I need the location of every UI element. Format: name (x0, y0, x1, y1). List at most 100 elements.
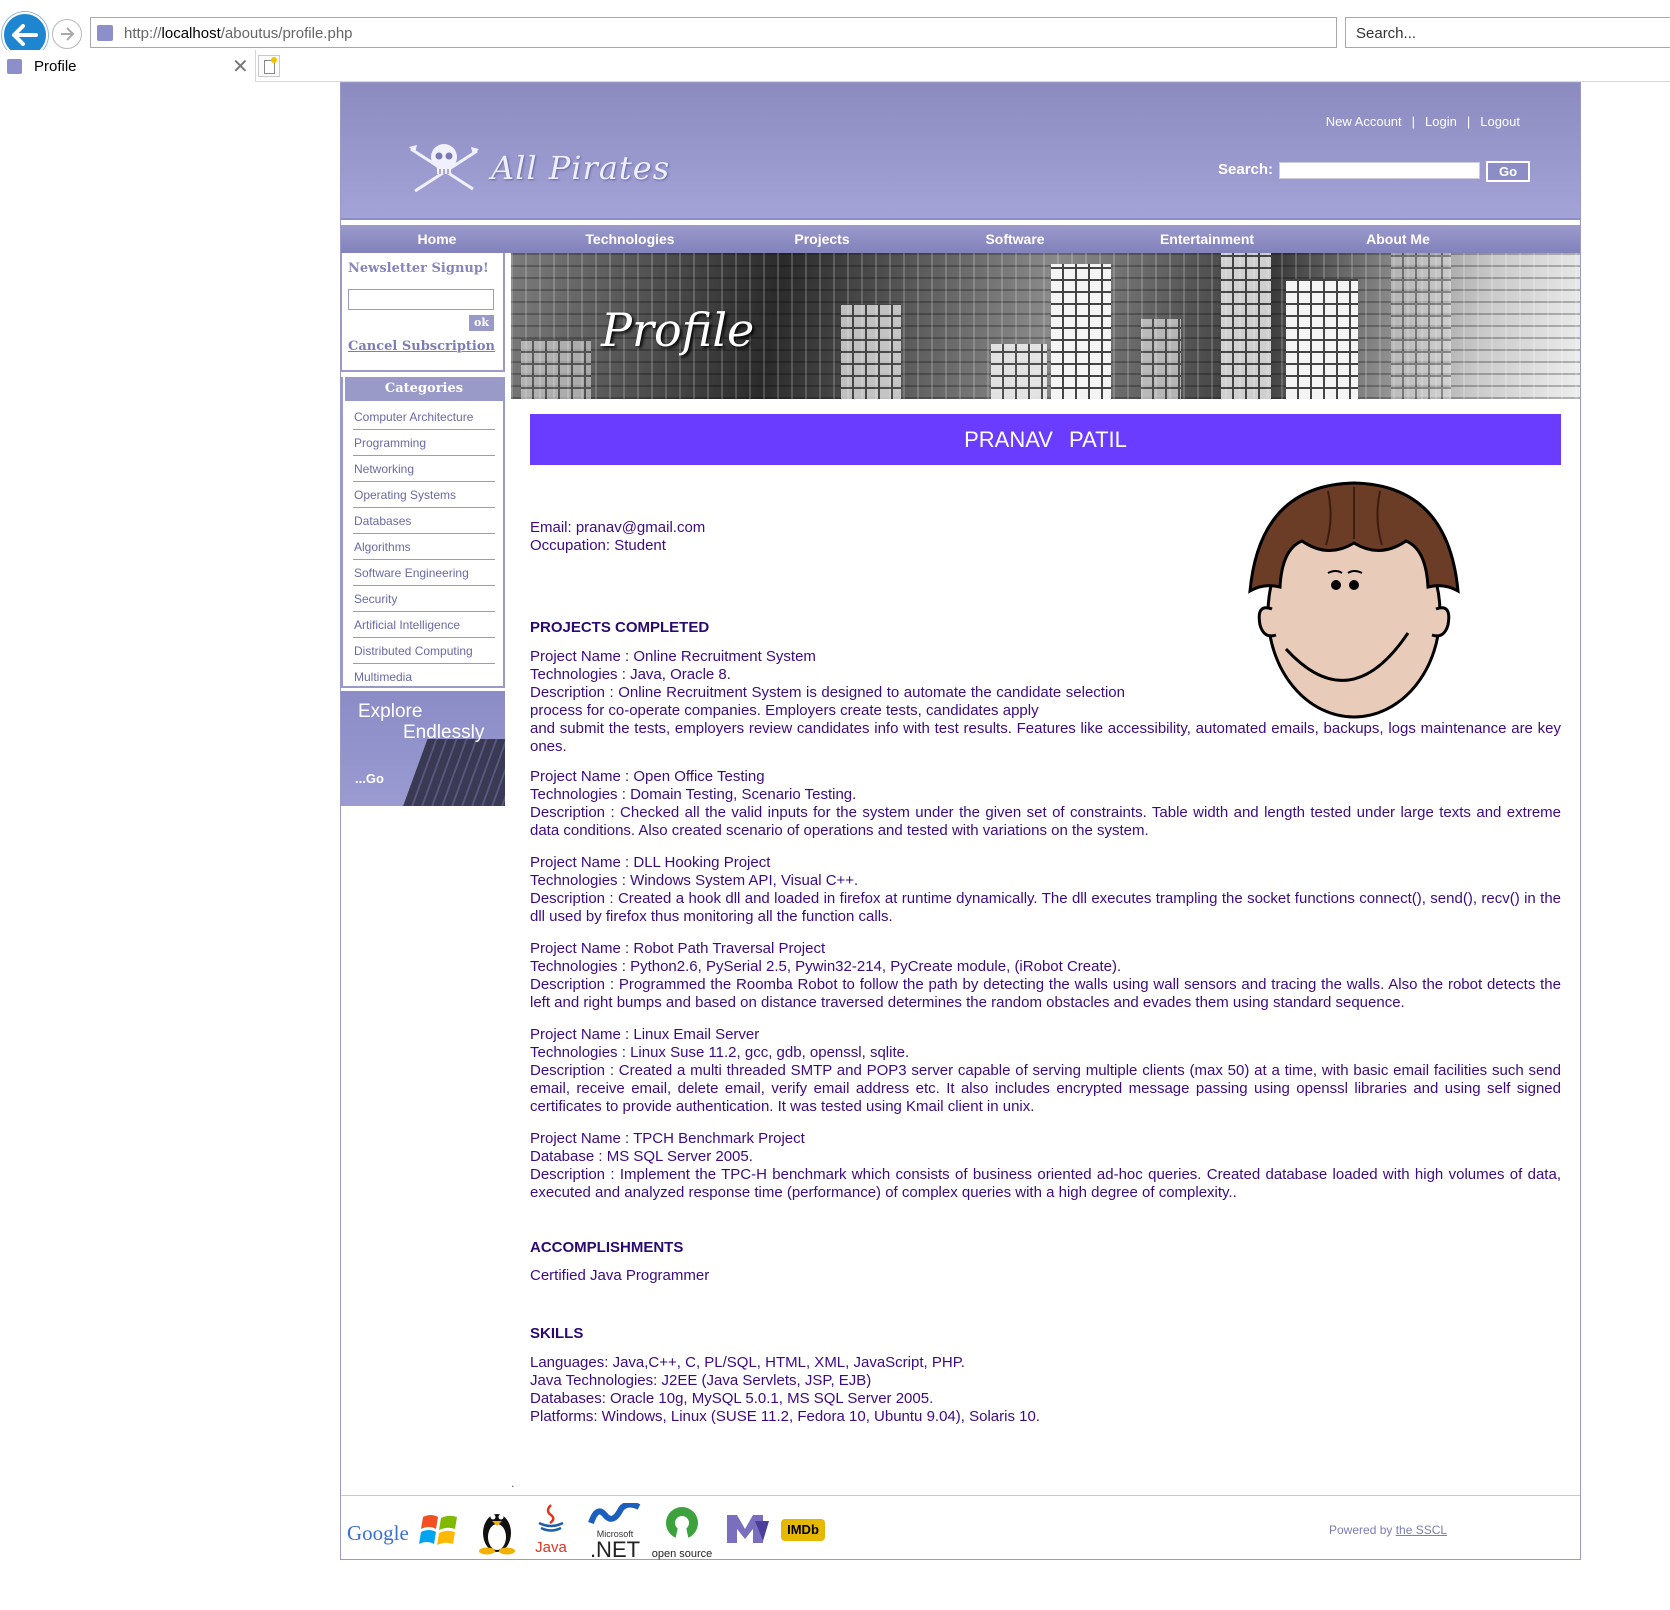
logout-link[interactable]: Logout (1480, 114, 1520, 129)
category-artificial-intelligence[interactable]: Artificial Intelligence (353, 612, 495, 638)
skills-java: Java Technologies: J2EE (Java Servlets, … (530, 1372, 872, 1389)
accomplishments-text: Certified Java Programmer (530, 1267, 710, 1284)
project-1-desc-a: Description : Online Recruitment System … (530, 684, 1125, 719)
browser-toolbar: http://localhost/aboutus/profile.php ↻ S… (0, 0, 1670, 58)
category-security[interactable]: Security (353, 586, 495, 612)
explore-line-1: Explore (358, 701, 423, 722)
category-programming[interactable]: Programming (353, 430, 495, 456)
java-logo-text: Java (535, 1539, 567, 1556)
building-image (991, 344, 1047, 399)
accomplishments-heading: ACCOMPLISHMENTS (530, 1239, 684, 1256)
project-1-tech: Technologies : Java, Oracle 8. (530, 666, 731, 683)
explore-endlessly-banner[interactable]: Explore Endlessly ...Go (341, 691, 505, 806)
windows-logo-icon[interactable] (419, 1511, 461, 1551)
project-6-name: Project Name : TPCH Benchmark Project (530, 1130, 805, 1147)
nav-projects[interactable]: Projects (794, 231, 849, 247)
newsletter-email-input[interactable] (348, 289, 494, 310)
tab-strip: Profile ✕ (0, 50, 1670, 82)
category-software-engineering[interactable]: Software Engineering (353, 560, 495, 586)
skills-heading: SKILLS (530, 1325, 584, 1342)
skills-list: Languages: Java,C++, C, PL/SQL, HTML, XM… (530, 1354, 1561, 1426)
dotnet-wave-icon (588, 1501, 641, 1525)
profile-banner: Profile (511, 253, 1580, 399)
dotnet-logo[interactable]: Microsoft .NET (587, 1501, 643, 1561)
projects-heading: PROJECTS COMPLETED (530, 619, 710, 636)
java-logo[interactable]: Java (531, 1503, 571, 1556)
project-6-tech: Database : MS SQL Server 2005. (530, 1148, 753, 1165)
project-6: Project Name : TPCH Benchmark Project Da… (530, 1130, 1561, 1202)
project-4-name: Project Name : Robot Path Traversal Proj… (530, 940, 826, 957)
footer-divider (341, 1495, 1580, 1496)
skull-crossed-swords-icon (409, 144, 479, 193)
browser-search-input[interactable]: Search... (1345, 17, 1670, 48)
address-bar[interactable]: http://localhost/aboutus/profile.php ↻ (90, 17, 1417, 48)
categories-title: Categories (345, 377, 503, 401)
project-5-name: Project Name : Linux Email Server (530, 1026, 760, 1043)
project-6-desc: Description : Implement the TPC-H benchm… (530, 1166, 1561, 1201)
banner-title: Profile (601, 303, 755, 357)
project-3: Project Name : DLL Hooking Project Techn… (530, 854, 1561, 926)
tab-profile[interactable]: Profile ✕ (0, 50, 256, 82)
category-computer-architecture[interactable]: Computer Architecture (353, 404, 495, 430)
project-5: Project Name : Linux Email Server Techno… (530, 1026, 1561, 1116)
forward-arrow-icon (61, 27, 75, 41)
newsletter-box: Newsletter Signup! ok Cancel Subscriptio… (341, 253, 505, 372)
opensource-logo[interactable]: open source (647, 1505, 717, 1560)
powered-by-text: Powered by (1329, 1523, 1393, 1537)
project-3-name: Project Name : DLL Hooking Project (530, 854, 771, 871)
cancel-subscription-link[interactable]: Cancel Subscription (348, 339, 495, 354)
tab-favicon-icon (7, 59, 22, 74)
sscl-link[interactable]: the SSCL (1396, 1523, 1447, 1537)
keyboard-image (398, 739, 505, 806)
opensource-text: open source (651, 1548, 713, 1560)
project-4: Project Name : Robot Path Traversal Proj… (530, 940, 1561, 1012)
nav-software[interactable]: Software (985, 231, 1044, 247)
newsletter-title: Newsletter Signup! (348, 261, 489, 276)
explore-line-2: Endlessly (403, 722, 485, 743)
search-label: Search: (1218, 161, 1274, 178)
opensource-keyhole-icon (666, 1507, 698, 1541)
search-go-button[interactable]: Go (1486, 161, 1530, 182)
building-image (1221, 253, 1271, 399)
login-link[interactable]: Login (1425, 114, 1457, 129)
new-tab-icon[interactable] (258, 55, 280, 77)
nav-technologies[interactable]: Technologies (585, 231, 674, 247)
project-3-tech: Technologies : Windows System API, Visua… (530, 872, 859, 889)
category-algorithms[interactable]: Algorithms (353, 534, 495, 560)
mtv-logo-icon[interactable] (725, 1511, 771, 1547)
category-operating-systems[interactable]: Operating Systems (353, 482, 495, 508)
category-distributed-computing[interactable]: Distributed Computing (353, 638, 495, 664)
link-separator: | (1411, 114, 1416, 129)
category-multimedia[interactable]: Multimedia (353, 664, 495, 690)
project-2-desc: Description : Checked all the valid inpu… (530, 804, 1561, 839)
building-image (521, 339, 591, 399)
building-image (1391, 253, 1451, 399)
new-account-link[interactable]: New Account (1326, 114, 1402, 129)
linux-tux-icon[interactable] (475, 1505, 519, 1555)
footer-dot: . (511, 1476, 515, 1490)
back-arrow-icon (12, 24, 38, 46)
nav-entertainment[interactable]: Entertainment (1160, 231, 1254, 247)
skills-languages: Languages: Java,C++, C, PL/SQL, HTML, XM… (530, 1354, 965, 1371)
newsletter-ok-button[interactable]: ok (469, 315, 494, 331)
nav-home[interactable]: Home (418, 231, 457, 247)
google-logo[interactable]: Google (347, 1521, 409, 1546)
site-logo-text[interactable]: All Pirates (491, 149, 670, 187)
nav-about-me[interactable]: About Me (1366, 231, 1430, 247)
site-search-input[interactable] (1279, 162, 1480, 179)
project-1-name: Project Name : Online Recruitment System (530, 648, 816, 665)
project-4-tech: Technologies : Python2.6, PySerial 2.5, … (530, 958, 1122, 975)
address-url[interactable]: http://localhost/aboutus/profile.php (124, 25, 353, 42)
forward-button[interactable] (52, 19, 82, 49)
dotnet-big-text: .NET (589, 1537, 641, 1562)
skills-databases: Databases: Oracle 10g, MySQL 5.0.1, MS S… (530, 1390, 934, 1407)
explore-go-link[interactable]: ...Go (355, 771, 384, 786)
project-1: Project Name : Online Recruitment System… (530, 648, 1561, 756)
imdb-logo[interactable]: IMDb (781, 1519, 825, 1541)
category-databases[interactable]: Databases (353, 508, 495, 534)
skills-platforms: Platforms: Windows, Linux (SUSE 11.2, Fe… (530, 1408, 1040, 1425)
close-icon[interactable]: ✕ (232, 54, 249, 79)
project-2-tech: Technologies : Domain Testing, Scenario … (530, 786, 857, 803)
project-2-name: Project Name : Open Office Testing (530, 768, 765, 785)
category-networking[interactable]: Networking (353, 456, 495, 482)
